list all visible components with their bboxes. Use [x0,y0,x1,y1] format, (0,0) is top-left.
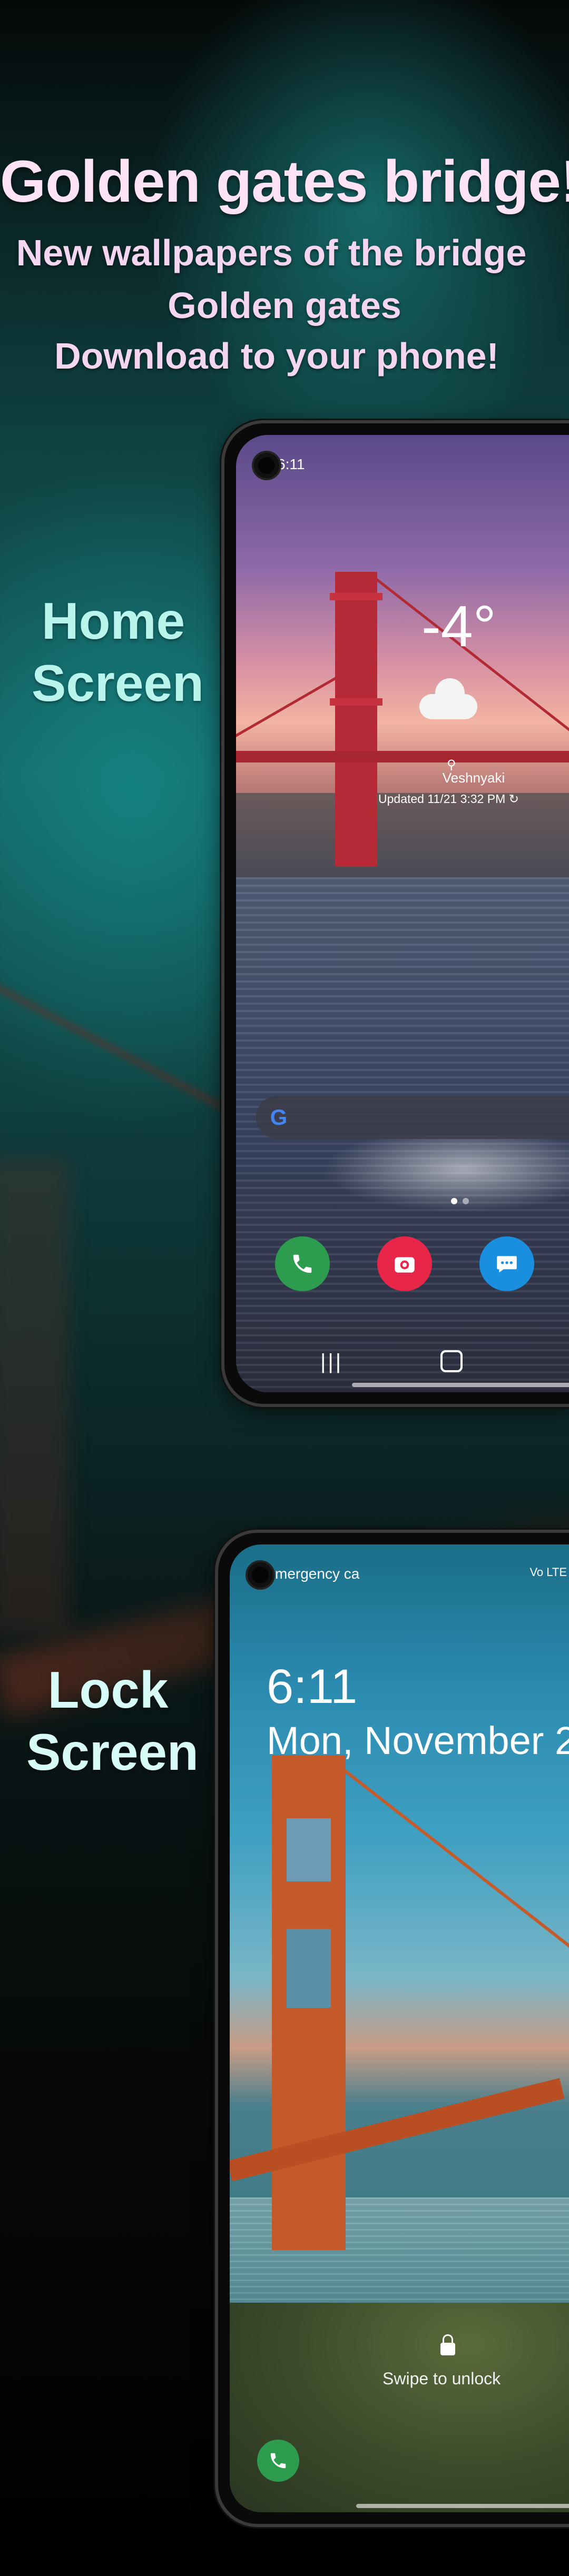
page-dot [463,1198,469,1204]
refresh-icon[interactable]: ↻ [509,792,519,806]
lock-screen-display: mergency ca Vo LTE 6:11 Mon, November 21… [230,1544,569,2512]
home-button[interactable] [440,1350,463,1372]
lock-phone-frame: mergency ca Vo LTE 6:11 Mon, November 21… [215,1530,569,2527]
updated-text: Updated 11/21 3:32 PM [378,792,506,806]
messages-app-icon[interactable] [479,1236,534,1291]
google-search-bar[interactable]: G [256,1096,569,1139]
weather-location[interactable]: Veshnyaki [424,770,524,786]
google-logo-icon: G [270,1105,288,1130]
page-dot-active [451,1198,457,1204]
swipe-to-unlock-text[interactable]: Swipe to unlock [382,2369,501,2389]
lock-label-line1: Lock [47,1661,169,1719]
background-cable [0,969,231,1114]
lock-icon [440,2334,455,2355]
bridge-cable [339,1766,569,1996]
bridge-deck [236,751,569,762]
page-indicator [451,1197,474,1207]
home-screen-label: Home Screen [32,590,204,714]
front-camera [252,451,281,480]
home-label-line2: Screen [32,654,204,712]
lock-label-line2: Screen [26,1723,199,1781]
front-camera [246,1560,275,1590]
emergency-call-text[interactable]: mergency ca [275,1566,359,1582]
gesture-bar [352,1383,569,1387]
bridge-tower [272,1755,346,2250]
home-phone-frame: 6:11 -4° ⚲ Veshnyaki Updated 11/21 3:32 … [221,420,569,1407]
gesture-bar [356,2504,569,2508]
wallpaper-wave [299,1135,569,1220]
recent-apps-button[interactable]: ||| [320,1350,343,1374]
camera-app-icon[interactable] [377,1236,432,1291]
bridge-tower [330,572,382,867]
home-label-line1: Home [41,592,185,650]
headline: Golden gates bridge! [0,148,569,214]
cloud-icon[interactable] [419,678,477,719]
signal-status-icons: Vo LTE [529,1566,567,1579]
lock-date: Mon, November 21 [267,1719,569,1762]
weather-updated[interactable]: Updated 11/21 3:32 PM ↻ [378,792,519,806]
lock-screen-label: Lock Screen [26,1659,199,1783]
phone-app-icon[interactable] [275,1236,330,1291]
subtitle-line-3: Download to your phone! [54,335,499,377]
lock-clock: 6:11 [267,1660,358,1713]
subtitle-line-2: Golden gates [168,285,401,326]
lock-phone-shortcut-icon[interactable] [257,2440,299,2482]
home-screen-display: 6:11 -4° ⚲ Veshnyaki Updated 11/21 3:32 … [236,435,569,1392]
subtitle-line-1: New wallpapers of the bridge [16,232,527,273]
background-tower [0,1158,68,1632]
weather-temperature[interactable]: -4° [421,593,496,660]
